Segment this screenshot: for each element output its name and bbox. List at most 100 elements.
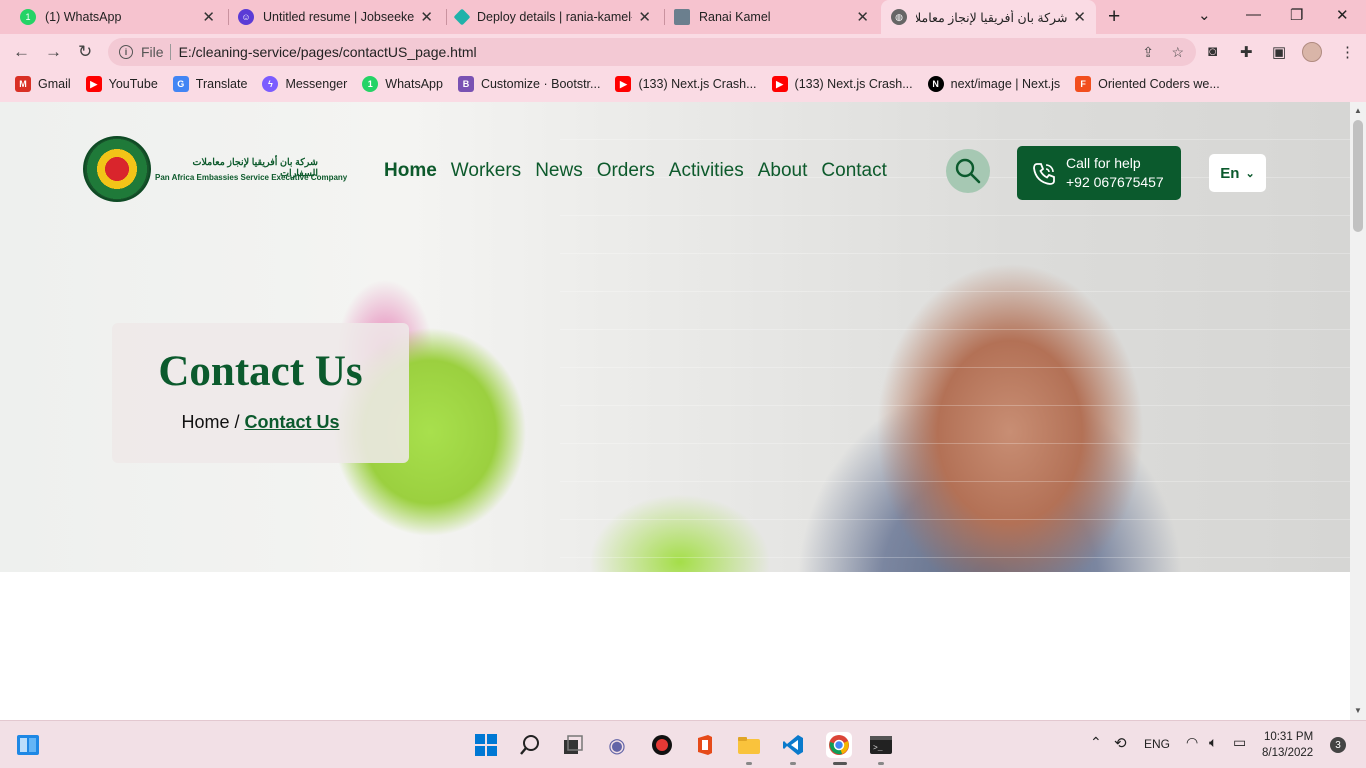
bookmark-youtube[interactable]: ▶ YouTube: [85, 76, 158, 92]
nav-activities[interactable]: Activities: [669, 160, 744, 182]
tab-current[interactable]: ◍ شركة بان أفريقيا لإنجاز معاملات ✕: [881, 0, 1096, 34]
chevron-up-icon[interactable]: ⌃: [1090, 734, 1102, 751]
share-icon[interactable]: ⇪: [1142, 44, 1154, 61]
wifi-icon[interactable]: ◠: [1186, 734, 1198, 751]
breadcrumb: Home / Contact Us: [112, 412, 409, 433]
whatsapp-icon: 1: [20, 9, 36, 25]
call-for-help-button[interactable]: Call for help +92 067675457: [1017, 146, 1181, 200]
maximize-icon[interactable]: ❐: [1290, 6, 1303, 24]
scrollbar-thumb[interactable]: [1353, 120, 1363, 232]
bookmark-messenger[interactable]: ϟ Messenger: [262, 76, 347, 92]
page-scrollbar[interactable]: ▲ ▼: [1350, 102, 1366, 720]
search-button[interactable]: [946, 149, 990, 193]
clock-time: 10:31 PM: [1263, 731, 1314, 743]
bookmark-label: (133) Next.js Crash...: [794, 77, 913, 91]
chevron-down-icon: ⌄: [1245, 167, 1255, 180]
new-tab-button[interactable]: +: [1108, 5, 1120, 29]
bookmark-label: next/image | Next.js: [950, 77, 1061, 91]
youtube-icon: ▶: [615, 76, 632, 92]
bookmark-bootstrap[interactable]: B Customize · Bootstr...: [457, 76, 600, 92]
tab-strip: 1 (1) WhatsApp ✕ ☺ Untitled resume | Job…: [0, 0, 1366, 34]
nav-orders[interactable]: Orders: [597, 160, 655, 182]
bookmark-translate[interactable]: G Translate: [172, 76, 248, 92]
bookmark-label: (133) Next.js Crash...: [638, 77, 757, 91]
record-icon[interactable]: [650, 733, 674, 757]
extensions-icon[interactable]: ✚: [1240, 43, 1253, 61]
bookmark-gmail[interactable]: M Gmail: [15, 76, 71, 92]
close-icon[interactable]: ✕: [638, 8, 651, 26]
forward-icon[interactable]: →: [45, 42, 62, 62]
office-icon[interactable]: [693, 733, 717, 757]
task-view-icon[interactable]: [561, 733, 585, 757]
minimize-icon[interactable]: —: [1246, 6, 1261, 23]
bookmark-whatsapp[interactable]: 1 WhatsApp: [362, 76, 443, 92]
notification-badge[interactable]: 3: [1330, 737, 1346, 753]
url-text[interactable]: E:/cleaning-service/pages/contactUS_page…: [179, 44, 477, 60]
bookmark-star-icon[interactable]: ☆: [1171, 44, 1184, 61]
tab-jobseeker[interactable]: ☺ Untitled resume | Jobseeker ✕: [228, 0, 443, 34]
gmail-icon: M: [15, 76, 31, 92]
bookmark-label: Oriented Coders we...: [1098, 77, 1220, 91]
chrome-icon[interactable]: [826, 732, 852, 758]
call-number: +92 067675457: [1066, 174, 1164, 190]
scroll-up-icon[interactable]: ▲: [1354, 106, 1362, 115]
bookmark-next-image[interactable]: Nnext/image | Next.js: [927, 76, 1061, 92]
volume-icon[interactable]: 🔈︎: [1209, 734, 1217, 751]
youtube-icon: ▶: [85, 76, 102, 92]
nav-workers[interactable]: Workers: [451, 160, 521, 182]
company-logo[interactable]: [83, 136, 151, 202]
bookmark-nextjs-video-2[interactable]: ▶ (133) Next.js Crash...: [771, 76, 913, 92]
vscode-icon[interactable]: [781, 733, 805, 757]
language-indicator[interactable]: ENG: [1144, 737, 1170, 751]
bookmark-nextjs-video-1[interactable]: ▶ (133) Next.js Crash...: [615, 76, 757, 92]
breadcrumb-current[interactable]: Contact Us: [245, 412, 340, 432]
system-clock[interactable]: 10:31 PM 8/13/2022: [1262, 729, 1313, 761]
svg-text:>_: >_: [873, 744, 883, 753]
menu-icon[interactable]: ⋮: [1340, 43, 1355, 61]
figma-icon: F: [1075, 76, 1092, 92]
breadcrumb-separator: /: [234, 412, 240, 432]
start-icon[interactable]: [474, 733, 498, 757]
bookmark-label: Translate: [195, 77, 248, 91]
netlify-icon: [453, 8, 471, 26]
address-bar[interactable]: i File E:/cleaning-service/pages/contact…: [108, 38, 1196, 66]
teams-chat-icon[interactable]: ◉: [605, 733, 629, 757]
sidepanel-icon[interactable]: ▣: [1272, 43, 1286, 61]
hero-banner: شركة بان أفريقيا لإنجاز معاملات السفارات…: [0, 102, 1350, 572]
battery-icon[interactable]: ▭: [1233, 734, 1246, 751]
page-title: Contact Us: [158, 348, 363, 395]
widgets-icon[interactable]: [16, 733, 40, 757]
profile-avatar[interactable]: [1302, 42, 1322, 62]
breadcrumb-home[interactable]: Home: [181, 412, 229, 432]
tab-portfolio[interactable]: Ranai Kamel ✕: [664, 0, 879, 34]
info-icon[interactable]: i: [119, 45, 133, 59]
file-explorer-icon[interactable]: [737, 733, 761, 757]
tab-netlify[interactable]: Deploy details | rania-kamel- ✕: [446, 0, 661, 34]
close-window-icon[interactable]: ✕: [1336, 6, 1349, 24]
reload-icon[interactable]: ↻: [78, 42, 92, 62]
tab-whatsapp[interactable]: 1 (1) WhatsApp ✕: [10, 0, 225, 34]
close-icon[interactable]: ✕: [856, 8, 869, 26]
page-title-box: Contact Us Home / Contact Us: [112, 323, 409, 463]
close-icon[interactable]: ✕: [1073, 8, 1086, 26]
translate-icon: G: [172, 76, 189, 92]
language-selector[interactable]: En ⌄: [1209, 154, 1266, 192]
terminal-icon[interactable]: >_: [869, 733, 893, 757]
bookmark-oriented-coders[interactable]: F Oriented Coders we...: [1075, 76, 1220, 92]
back-icon[interactable]: ←: [13, 42, 30, 62]
close-icon[interactable]: ✕: [202, 8, 215, 26]
search-icon[interactable]: [518, 733, 542, 757]
nav-contact[interactable]: Contact: [821, 160, 886, 182]
messenger-icon: ϟ: [262, 76, 279, 92]
main-nav: Home Workers News Orders Activities Abou…: [384, 160, 887, 182]
scroll-down-icon[interactable]: ▼: [1354, 706, 1362, 715]
youtube-icon: ▶: [771, 76, 788, 92]
sync-icon[interactable]: ⟲: [1114, 734, 1127, 752]
tab-search-icon[interactable]: ⌄: [1198, 6, 1211, 24]
nav-home[interactable]: Home: [384, 160, 437, 182]
nav-news[interactable]: News: [535, 160, 583, 182]
bookmark-label: WhatsApp: [385, 77, 443, 91]
nav-about[interactable]: About: [758, 160, 808, 182]
camera-icon[interactable]: ◙: [1208, 43, 1217, 60]
close-icon[interactable]: ✕: [420, 8, 433, 26]
